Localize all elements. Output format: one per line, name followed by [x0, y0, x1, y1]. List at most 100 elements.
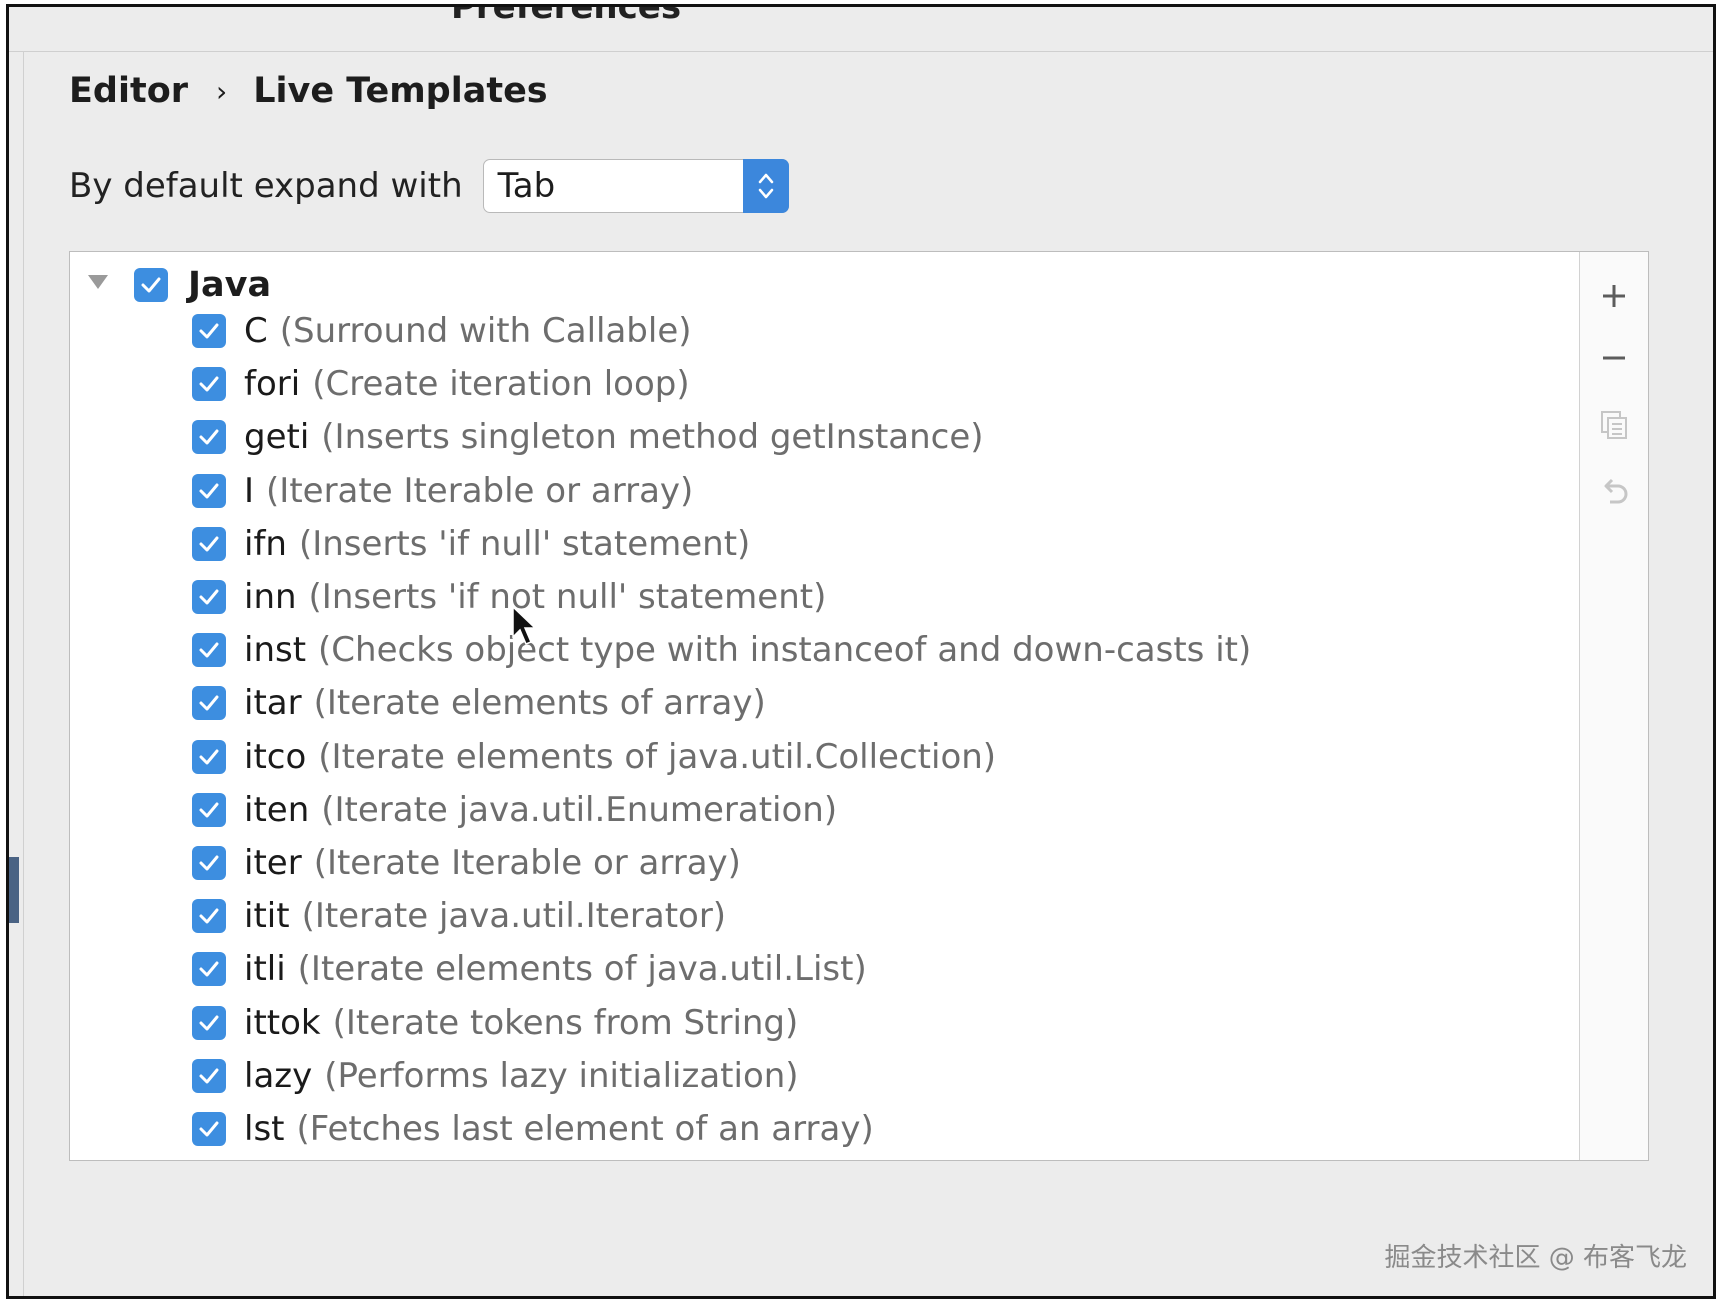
check-icon: [199, 376, 219, 392]
template-abbreviation: lst: [244, 1109, 285, 1149]
check-icon: [199, 589, 219, 605]
check-icon: [199, 908, 219, 924]
sidebar-scroll-indicator[interactable]: [9, 857, 19, 923]
check-icon: [199, 323, 219, 339]
template-item[interactable]: fori (Create iteration loop): [192, 361, 690, 407]
template-item[interactable]: I (Iterate Iterable or array): [192, 468, 693, 514]
template-description: (Performs lazy initialization): [324, 1055, 799, 1096]
template-checkbox[interactable]: [192, 1005, 226, 1040]
check-icon: [199, 483, 219, 499]
template-checkbox[interactable]: [192, 367, 226, 402]
breadcrumb-separator-icon: ›: [216, 74, 228, 108]
live-templates-panel: Java C (Surround with Callable) fori (Creat…: [69, 251, 1649, 1161]
template-checkbox[interactable]: [192, 526, 226, 561]
template-item[interactable]: itli (Iterate elements of java.util.List): [192, 946, 867, 992]
template-abbreviation: lazy: [244, 1055, 313, 1096]
check-icon: [199, 749, 219, 765]
template-description: (Create iteration loop): [312, 364, 690, 405]
check-icon: [199, 1015, 219, 1031]
template-item[interactable]: lst (Fetches last element of an array): [192, 1106, 874, 1152]
template-description: (Iterate Iterable or array): [266, 470, 694, 511]
template-description: (Iterate elements of array): [313, 683, 766, 724]
template-item[interactable]: ittok (Iterate tokens from String): [192, 1000, 798, 1046]
sidebar-divider: [23, 51, 24, 1296]
preferences-window: Preferences Editor › Live Templates By d…: [6, 4, 1716, 1299]
check-icon: [199, 642, 219, 658]
check-icon: [199, 802, 219, 818]
check-icon: [199, 536, 219, 552]
template-abbreviation: itar: [244, 683, 302, 724]
template-checkbox[interactable]: [192, 1058, 226, 1093]
template-item[interactable]: iten (Iterate java.util.Enumeration): [192, 787, 837, 833]
template-checkbox[interactable]: [192, 739, 226, 774]
template-abbreviation: inst: [244, 630, 307, 671]
copy-icon[interactable]: [1594, 404, 1634, 444]
template-item[interactable]: geti (Inserts singleton method getInstanc…: [192, 414, 984, 460]
template-abbreviation: fori: [244, 364, 301, 405]
template-abbreviation: ifn: [244, 523, 287, 564]
template-item[interactable]: itit (Iterate java.util.Iterator): [192, 893, 726, 939]
template-description: (Iterate java.util.Iterator): [301, 896, 727, 937]
template-abbreviation: ittok: [244, 1002, 321, 1043]
up-down-chevron-icon[interactable]: [742, 159, 789, 213]
template-item[interactable]: ifn (Inserts 'if null' statement): [192, 521, 750, 567]
template-description: (Checks object type with instanceof and …: [318, 630, 1252, 671]
side-toolbar: [1579, 252, 1648, 1160]
plus-icon[interactable]: [1594, 276, 1634, 316]
template-checkbox[interactable]: [192, 473, 226, 508]
template-abbreviation: iten: [244, 789, 310, 830]
check-icon: [199, 695, 219, 711]
watermark: 掘金技术社区 @ 布客飞龙: [1384, 1243, 1687, 1273]
group-label: Java: [188, 265, 272, 305]
tree-group-java[interactable]: Java: [88, 262, 271, 308]
group-checkbox[interactable]: [134, 268, 168, 302]
template-abbreviation: I: [244, 470, 255, 511]
window-title: Preferences: [451, 4, 682, 27]
breadcrumb-parent[interactable]: Editor: [69, 71, 188, 111]
template-item[interactable]: C (Surround with Callable): [192, 308, 692, 354]
template-description: (Iterate elements of java.util.Collectio…: [318, 736, 997, 777]
template-abbreviation: C: [244, 311, 268, 351]
template-item[interactable]: inst (Checks object type with instanceof …: [192, 627, 1251, 673]
template-checkbox[interactable]: [192, 792, 226, 827]
template-description: (Inserts 'if not null' statement): [308, 577, 827, 617]
template-item[interactable]: itar (Iterate elements of array): [192, 680, 766, 726]
template-abbreviation: itco: [244, 736, 307, 777]
template-checkbox[interactable]: [192, 314, 226, 348]
template-description: (Iterate Iterable or array): [313, 843, 741, 883]
template-item[interactable]: lazy (Performs lazy initialization): [192, 1053, 799, 1099]
template-abbreviation: iter: [244, 843, 302, 883]
template-item[interactable]: inn (Inserts 'if not null' statement): [192, 574, 826, 620]
expand-with-row: By default expand with Tab: [69, 159, 789, 213]
check-icon: [199, 1068, 219, 1084]
template-abbreviation: inn: [244, 577, 297, 617]
template-item[interactable]: iter (Iterate Iterable or array): [192, 840, 741, 886]
check-icon: [199, 1121, 219, 1137]
check-icon: [141, 277, 161, 293]
expand-with-value[interactable]: Tab: [484, 166, 743, 206]
template-abbreviation: itit: [244, 896, 290, 937]
template-abbreviation: itli: [244, 949, 286, 990]
template-item[interactable]: itco (Iterate elements of java.util.Colle…: [192, 734, 996, 780]
check-icon: [199, 855, 219, 871]
expand-with-select[interactable]: Tab: [482, 159, 789, 213]
title-bar: Preferences: [9, 7, 1713, 52]
expand-with-label: By default expand with: [69, 166, 463, 206]
template-checkbox[interactable]: [192, 686, 226, 721]
template-checkbox[interactable]: [192, 846, 226, 880]
template-description: (Inserts singleton method getInstance): [321, 417, 984, 458]
template-checkbox[interactable]: [192, 420, 226, 455]
template-checkbox[interactable]: [192, 580, 226, 614]
template-checkbox[interactable]: [192, 633, 226, 668]
template-description: (Iterate java.util.Enumeration): [321, 789, 838, 830]
expand-triangle-icon[interactable]: [88, 275, 108, 289]
check-icon: [199, 429, 219, 445]
minus-icon[interactable]: [1594, 338, 1634, 378]
restore-icon[interactable]: [1594, 472, 1634, 512]
template-description: (Iterate tokens from String): [332, 1002, 799, 1043]
template-checkbox[interactable]: [192, 1112, 226, 1146]
template-checkbox[interactable]: [192, 952, 226, 987]
template-checkbox[interactable]: [192, 899, 226, 934]
template-description: (Inserts 'if null' statement): [298, 523, 751, 564]
template-description: (Fetches last element of an array): [296, 1109, 874, 1149]
